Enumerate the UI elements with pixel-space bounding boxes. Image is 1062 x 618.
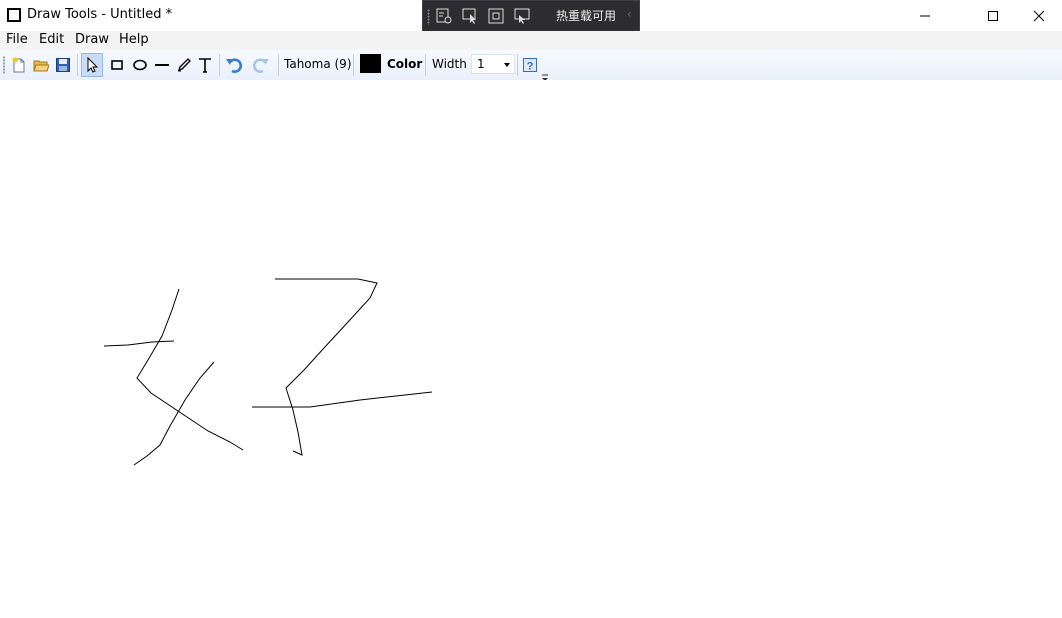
- track-focus-button[interactable]: [511, 5, 533, 27]
- drawn-stroke[interactable]: [136, 288, 244, 451]
- help-icon: ?: [523, 58, 537, 73]
- menu-bar: File Edit Draw Help: [0, 31, 1062, 50]
- save-icon: [56, 58, 70, 72]
- toolbar-separator: [77, 54, 78, 76]
- drawn-stroke[interactable]: [275, 278, 378, 456]
- close-icon: [1033, 10, 1045, 21]
- toolbar-overflow-button[interactable]: [541, 67, 549, 81]
- rectangle-icon: [111, 60, 123, 70]
- toolbar-separator: [219, 54, 220, 76]
- width-combo[interactable]: 1: [471, 54, 515, 74]
- pointer-tool-button[interactable]: [81, 53, 103, 77]
- help-button[interactable]: ?: [519, 53, 541, 77]
- text-icon: [199, 58, 211, 73]
- toolbar-grip[interactable]: [3, 56, 5, 74]
- toolbar: Tahoma (9) Color Width ?: [0, 50, 1062, 80]
- maximize-button[interactable]: [970, 0, 1016, 31]
- undo-button[interactable]: [223, 53, 245, 77]
- ellipse-icon: [133, 59, 147, 71]
- toolbar-separator: [425, 54, 426, 76]
- drawing-surface[interactable]: [0, 80, 1062, 614]
- window-title: Draw Tools - Untitled *: [27, 7, 173, 22]
- undo-icon: [226, 58, 243, 73]
- redo-icon: [252, 58, 269, 73]
- toolbar-separator: [517, 54, 518, 76]
- line-tool-button[interactable]: [151, 53, 173, 77]
- drawn-stroke[interactable]: [133, 361, 215, 466]
- debug-toolbar-grip[interactable]: [427, 9, 430, 25]
- menu-file[interactable]: File: [6, 32, 28, 47]
- menu-edit[interactable]: Edit: [39, 32, 64, 47]
- maximize-icon: [988, 10, 998, 21]
- visual-tree-icon: [436, 8, 452, 24]
- chevron-down-icon: [504, 63, 510, 67]
- new-button[interactable]: [8, 53, 30, 77]
- folder-open-icon: [33, 60, 49, 72]
- rectangle-tool-button[interactable]: [106, 53, 128, 77]
- toolbar-separator: [353, 54, 354, 76]
- display-adorners-button[interactable]: [485, 5, 507, 27]
- pencil-icon: [177, 58, 191, 72]
- live-visual-tree-button[interactable]: [433, 5, 455, 27]
- open-button[interactable]: [30, 53, 52, 77]
- minimize-button[interactable]: [902, 0, 948, 31]
- pencil-tool-button[interactable]: [173, 53, 195, 77]
- adorners-icon: [488, 8, 504, 24]
- svg-text:?: ?: [527, 61, 534, 73]
- width-value: 1: [477, 57, 485, 71]
- redo-button[interactable]: [250, 53, 272, 77]
- drawn-stroke[interactable]: [252, 391, 433, 408]
- chevron-left-icon[interactable]: ‹: [627, 7, 632, 21]
- color-button[interactable]: Color: [387, 57, 422, 71]
- minimize-icon: [920, 15, 930, 16]
- ellipse-tool-button[interactable]: [129, 53, 151, 77]
- drawn-stroke[interactable]: [103, 340, 175, 347]
- toolbar-separator: [278, 54, 279, 76]
- new-file-icon: [12, 57, 25, 73]
- hot-reload-label: 热重载可用: [556, 9, 617, 23]
- width-label: Width: [432, 57, 467, 71]
- text-tool-button[interactable]: [194, 53, 216, 77]
- color-swatch[interactable]: [360, 54, 381, 73]
- menu-help[interactable]: Help: [119, 32, 149, 47]
- track-focus-icon: [514, 8, 530, 24]
- select-element-icon: [462, 8, 476, 24]
- menu-draw[interactable]: Draw: [75, 32, 109, 47]
- save-button[interactable]: [52, 53, 74, 77]
- drawing-canvas[interactable]: [0, 80, 1062, 614]
- font-button[interactable]: Tahoma (9): [284, 57, 352, 71]
- line-icon: [155, 64, 169, 66]
- select-element-button[interactable]: [459, 5, 481, 27]
- app-icon: [7, 8, 21, 22]
- close-button[interactable]: [1016, 0, 1062, 31]
- pointer-icon: [87, 57, 99, 73]
